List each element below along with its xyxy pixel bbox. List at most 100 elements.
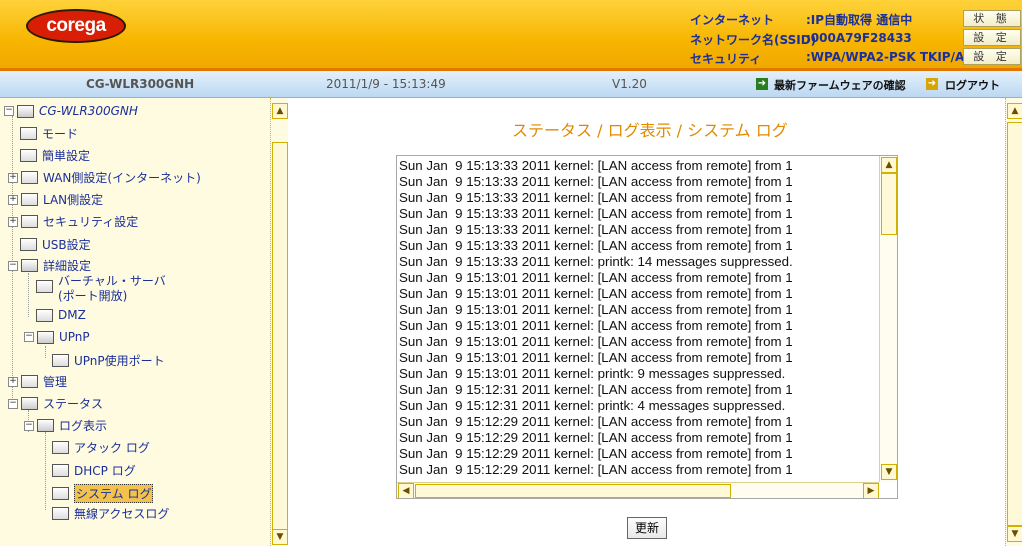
log-lines: Sun Jan 9 15:13:33 2011 kernel: [LAN acc… (399, 158, 877, 483)
sidebar-item-admin[interactable]: + 管理 (8, 373, 67, 390)
refresh-button[interactable]: 更新 (627, 517, 667, 539)
status-button[interactable]: 状 態 (963, 10, 1021, 27)
arrow-right-icon: ➜ (926, 78, 938, 90)
ssid-settings-button[interactable]: 設 定 (963, 29, 1021, 46)
folder-icon (52, 464, 69, 477)
log-line: Sun Jan 9 15:13:33 2011 kernel: [LAN acc… (399, 158, 793, 173)
sidebar-item-simple[interactable]: 簡単設定 (20, 147, 90, 164)
sidebar-item-dhcp-log[interactable]: DHCP ログ (52, 462, 136, 479)
collapse-icon[interactable]: − (24, 332, 34, 342)
log-hscroll-thumb[interactable] (415, 484, 731, 498)
tree-guide (45, 346, 46, 358)
log-line: Sun Jan 9 15:13:01 2011 kernel: [LAN acc… (399, 270, 793, 285)
sidebar-item-upnp[interactable]: − UPnP (24, 330, 90, 344)
log-horizontal-scrollbar[interactable]: ◀ ▶ (397, 482, 879, 498)
sidebar-item-wan[interactable]: + WAN側設定(インターネット) (8, 169, 201, 186)
sidebar-item-mode[interactable]: モード (20, 125, 78, 142)
folder-icon (21, 171, 38, 184)
collapse-icon[interactable]: − (4, 106, 14, 116)
sidebar-item-lan[interactable]: + LAN側設定 (8, 191, 103, 208)
folder-open-icon (21, 397, 38, 410)
main-scrollbar[interactable]: ▲ ▼ (1005, 98, 1022, 546)
folder-open-icon (37, 330, 54, 344)
sidebar-item-virtual-server[interactable]: バーチャル・サーバ (ポート開放) (36, 274, 166, 304)
log-line: Sun Jan 9 15:12:31 2011 kernel: [LAN acc… (399, 382, 793, 397)
scroll-down-icon[interactable]: ▼ (881, 464, 897, 480)
folder-icon (52, 507, 69, 520)
folder-icon (21, 193, 38, 206)
sidebar-item-system-log[interactable]: システム ログ (52, 484, 154, 503)
header-bar: corega インターネット :IP自動取得 通信中 状 態 ネットワーク名(S… (0, 0, 1022, 68)
sidebar-scrollbar[interactable]: ▲ ▼ (270, 98, 288, 546)
security-settings-button[interactable]: 設 定 (963, 48, 1021, 65)
navigation-tree: − CG-WLR300GNH モード 簡単設定 + WAN側設定(インターネット)… (0, 98, 270, 546)
folder-open-icon (37, 419, 54, 432)
scroll-up-icon[interactable]: ▲ (1007, 103, 1022, 119)
log-line: Sun Jan 9 15:13:01 2011 kernel: [LAN acc… (399, 302, 793, 317)
ssid-label: ネットワーク名(SSID) (690, 33, 817, 47)
security-value: :WPA/WPA2-PSK TKIP/AES (806, 50, 982, 64)
system-log-textarea[interactable]: Sun Jan 9 15:13:33 2011 kernel: [LAN acc… (396, 155, 898, 499)
log-scroll-thumb[interactable] (881, 173, 897, 235)
folder-icon (20, 238, 37, 251)
folder-icon (36, 280, 53, 293)
sidebar-item-upnp-ports[interactable]: UPnP使用ポート (52, 352, 165, 369)
sidebar-item-advanced[interactable]: − 詳細設定 (8, 257, 91, 274)
scroll-up-icon[interactable]: ▲ (881, 157, 897, 173)
log-line: Sun Jan 9 15:13:01 2011 kernel: [LAN acc… (399, 286, 793, 301)
log-line: Sun Jan 9 15:13:33 2011 kernel: [LAN acc… (399, 238, 793, 253)
internet-label: インターネット (690, 13, 775, 27)
arrow-right-icon: ➜ (756, 78, 768, 90)
scroll-up-icon[interactable]: ▲ (272, 103, 288, 119)
log-vertical-scrollbar[interactable]: ▲ ▼ (879, 156, 897, 482)
folder-icon (52, 354, 69, 367)
folder-icon (21, 375, 38, 388)
sidebar-item-security[interactable]: + セキュリティ設定 (8, 213, 138, 230)
folder-icon (20, 127, 37, 140)
scroll-down-icon[interactable]: ▼ (1007, 526, 1022, 542)
model-name: CG-WLR300GNH (86, 77, 195, 91)
expand-icon[interactable]: + (8, 172, 18, 183)
sidebar-item-wireless-log[interactable]: 無線アクセスログ (52, 505, 169, 522)
status-bar: CG-WLR300GNH 2011/1/9 - 15:13:49 V1.20 ➜… (0, 71, 1022, 98)
main-scroll-thumb[interactable] (1007, 122, 1022, 526)
sidebar-item-attack-log[interactable]: アタック ログ (52, 439, 150, 456)
date-time: 2011/1/9 - 15:13:49 (326, 77, 446, 91)
folder-open-icon (17, 104, 34, 118)
scroll-right-icon[interactable]: ▶ (863, 483, 879, 498)
log-line: Sun Jan 9 15:13:01 2011 kernel: [LAN acc… (399, 350, 793, 365)
ssid-value: :000A79F28433 (806, 31, 912, 45)
collapse-icon[interactable]: − (24, 420, 34, 431)
logout-link[interactable]: ログアウト (945, 77, 1000, 93)
sidebar-item-dmz[interactable]: DMZ (36, 308, 86, 322)
scroll-left-icon[interactable]: ◀ (398, 483, 414, 498)
collapse-icon[interactable]: − (8, 398, 18, 409)
log-line: Sun Jan 9 15:12:29 2011 kernel: [LAN acc… (399, 430, 793, 445)
sidebar-item-usb[interactable]: USB設定 (20, 236, 91, 253)
tree-guide (28, 273, 29, 317)
tree-root[interactable]: − CG-WLR300GNH (4, 104, 138, 118)
log-line: Sun Jan 9 15:13:33 2011 kernel: [LAN acc… (399, 222, 793, 237)
collapse-icon[interactable]: − (8, 260, 18, 271)
log-line: Sun Jan 9 15:13:33 2011 kernel: [LAN acc… (399, 190, 793, 205)
log-line: Sun Jan 9 15:13:33 2011 kernel: printk: … (399, 254, 793, 269)
expand-icon[interactable]: + (8, 194, 18, 205)
firmware-check-link[interactable]: 最新ファームウェアの確認 (774, 77, 906, 93)
internet-value: :IP自動取得 通信中 (806, 13, 913, 27)
folder-icon (52, 487, 69, 500)
sidebar-item-status[interactable]: − ステータス (8, 395, 103, 412)
folder-icon (52, 441, 69, 454)
corega-logo: corega (26, 9, 126, 43)
firmware-version: V1.20 (612, 77, 647, 91)
expand-icon[interactable]: + (8, 376, 18, 387)
log-line: Sun Jan 9 15:13:33 2011 kernel: [LAN acc… (399, 174, 793, 189)
sidebar-scroll-thumb[interactable] (272, 142, 288, 530)
tree-guide (45, 432, 46, 510)
sidebar-item-log[interactable]: − ログ表示 (24, 417, 107, 434)
log-line: Sun Jan 9 15:12:29 2011 kernel: [LAN acc… (399, 462, 793, 477)
folder-open-icon (21, 259, 38, 272)
scroll-down-icon[interactable]: ▼ (272, 529, 288, 545)
log-line: Sun Jan 9 15:12:29 2011 kernel: [LAN acc… (399, 414, 793, 429)
expand-icon[interactable]: + (8, 216, 18, 227)
folder-icon (36, 308, 53, 322)
